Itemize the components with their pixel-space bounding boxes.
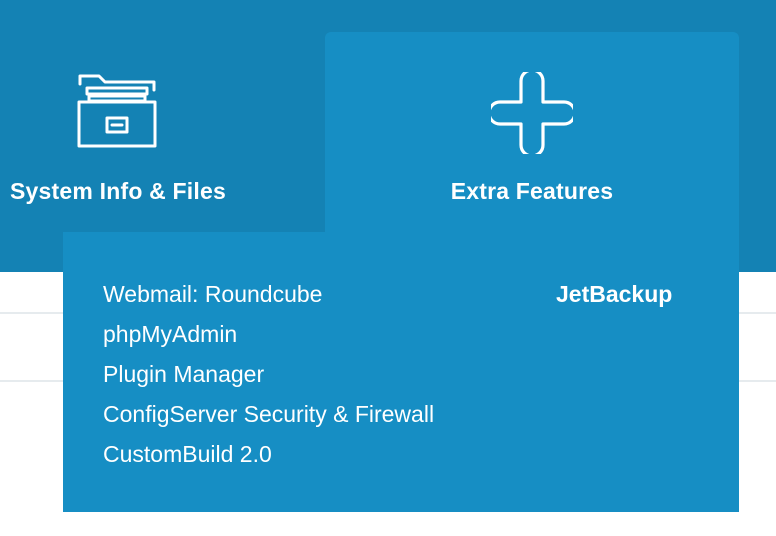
menu-item-plugin-manager[interactable]: Plugin Manager xyxy=(103,354,434,394)
menu-item-webmail-roundcube[interactable]: Webmail: Roundcube xyxy=(103,274,434,314)
menu-item-phpmyadmin[interactable]: phpMyAdmin xyxy=(103,314,434,354)
tab-label: Extra Features xyxy=(450,178,614,204)
dropdown-menu-list: Webmail: Roundcube phpMyAdmin Plugin Man… xyxy=(103,274,434,474)
plus-icon xyxy=(487,68,577,159)
menu-item-custombuild[interactable]: CustomBuild 2.0 xyxy=(103,434,434,474)
folder-icon xyxy=(77,72,157,155)
extra-features-dropdown: Webmail: Roundcube phpMyAdmin Plugin Man… xyxy=(63,232,739,512)
menu-item-jetbackup[interactable]: JetBackup xyxy=(556,274,672,314)
tab-label: System Info & Files xyxy=(10,178,226,204)
menu-item-configserver-firewall[interactable]: ConfigServer Security & Firewall xyxy=(103,394,434,434)
